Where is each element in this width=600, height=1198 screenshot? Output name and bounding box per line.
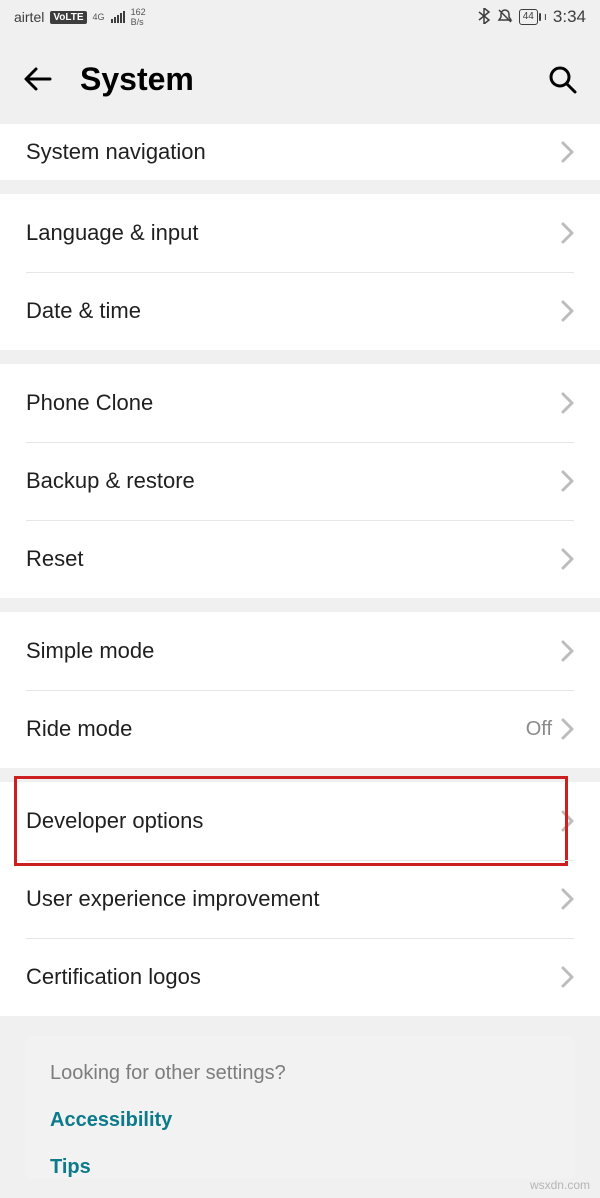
setting-row-language-input[interactable]: Language & input <box>0 194 600 272</box>
network-type: 4G <box>93 12 105 22</box>
chevron-right-icon <box>560 809 574 833</box>
setting-row-backup-restore[interactable]: Backup & restore <box>0 442 600 520</box>
row-label: Language & input <box>26 220 560 246</box>
speed-indicator: 162 B/s <box>131 7 146 27</box>
carrier-label: airtel <box>14 9 44 25</box>
chevron-right-icon <box>560 547 574 571</box>
row-label: Backup & restore <box>26 468 560 494</box>
setting-row-ride-mode[interactable]: Ride modeOff <box>0 690 600 768</box>
other-settings-card: Looking for other settings? Accessibilit… <box>26 1036 574 1179</box>
row-label: User experience improvement <box>26 886 560 912</box>
setting-row-system-navigation[interactable]: System navigation <box>0 124 600 180</box>
chevron-right-icon <box>560 965 574 989</box>
dnd-icon <box>497 8 513 27</box>
setting-row-reset[interactable]: Reset <box>0 520 600 598</box>
row-label: System navigation <box>26 139 560 165</box>
setting-row-certification-logos[interactable]: Certification logos <box>0 938 600 1016</box>
chevron-right-icon <box>560 221 574 245</box>
chevron-right-icon <box>560 639 574 663</box>
chevron-right-icon <box>560 469 574 493</box>
other-settings-prompt: Looking for other settings? <box>50 1062 550 1085</box>
row-label: Simple mode <box>26 638 560 664</box>
battery-icon: 44 <box>519 9 538 25</box>
signal-icon <box>111 11 125 23</box>
volte-badge: VoLTE <box>50 11 86 24</box>
chevron-right-icon <box>560 299 574 323</box>
setting-row-phone-clone[interactable]: Phone Clone <box>0 364 600 442</box>
status-right: 44 ı 3:34 <box>477 7 586 27</box>
status-left: airtel VoLTE 4G 162 B/s <box>14 7 146 27</box>
clock: 3:34 <box>553 7 586 27</box>
row-label: Ride mode <box>26 716 526 742</box>
page-title: System <box>80 61 520 98</box>
footer-link-tips[interactable]: Tips <box>50 1156 550 1179</box>
chevron-right-icon <box>560 717 574 741</box>
row-label: Certification logos <box>26 964 560 990</box>
footer-link-accessibility[interactable]: Accessibility <box>50 1109 550 1132</box>
watermark: wsxdn.com <box>530 1178 590 1192</box>
row-label: Phone Clone <box>26 390 560 416</box>
row-label: Developer options <box>26 808 560 834</box>
header-bar: System <box>0 34 600 124</box>
search-button[interactable] <box>546 63 578 95</box>
setting-row-simple-mode[interactable]: Simple mode <box>0 612 600 690</box>
bluetooth-icon <box>477 8 491 27</box>
chevron-right-icon <box>560 140 574 164</box>
setting-row-date-time[interactable]: Date & time <box>0 272 600 350</box>
back-button[interactable] <box>22 63 54 95</box>
chevron-right-icon <box>560 887 574 911</box>
row-label: Reset <box>26 546 560 572</box>
row-value: Off <box>526 718 552 741</box>
setting-row-user-experience-improvement[interactable]: User experience improvement <box>0 860 600 938</box>
row-label: Date & time <box>26 298 560 324</box>
chevron-right-icon <box>560 391 574 415</box>
status-bar: airtel VoLTE 4G 162 B/s 44 ı 3:34 <box>0 0 600 34</box>
setting-row-developer-options[interactable]: Developer options <box>0 782 600 860</box>
